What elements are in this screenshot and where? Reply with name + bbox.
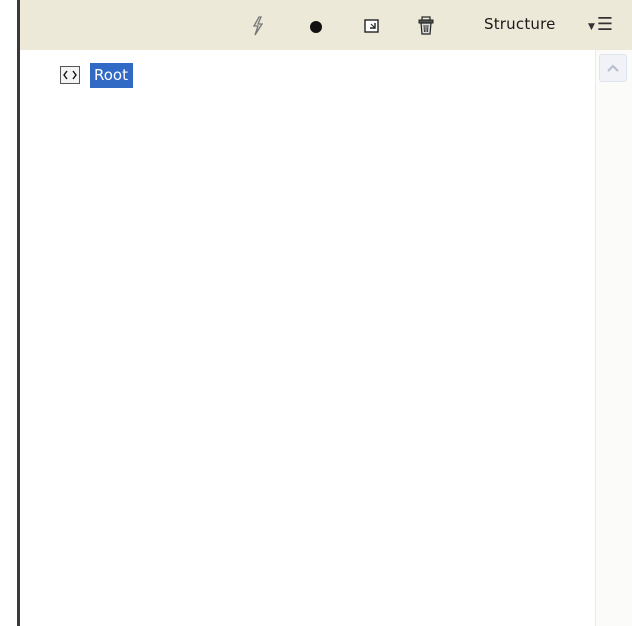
chevron-down-icon: ▼	[588, 21, 595, 32]
panel-toolbar: Structure ▼ ☰	[20, 0, 632, 51]
tree-node-label[interactable]: Root	[90, 62, 133, 88]
structure-panel: Structure ▼ ☰ Root	[0, 0, 632, 626]
trash-icon[interactable]	[416, 16, 436, 36]
menu-lines-icon: ☰	[596, 14, 614, 35]
new-element-icon[interactable]	[362, 16, 382, 36]
scroll-up-button[interactable]	[599, 54, 627, 82]
panel-title: Structure	[484, 15, 556, 33]
chevron-up-icon	[607, 64, 619, 72]
record-dot-icon[interactable]	[306, 16, 326, 36]
panel-menu-icon[interactable]: ▼ ☰	[588, 14, 628, 36]
tree-node-root[interactable]: Root	[60, 62, 133, 88]
vertical-scrollbar[interactable]	[595, 50, 632, 626]
element-tag-icon	[60, 66, 80, 84]
lightning-icon[interactable]	[248, 16, 268, 36]
structure-tree: Root	[20, 50, 595, 626]
